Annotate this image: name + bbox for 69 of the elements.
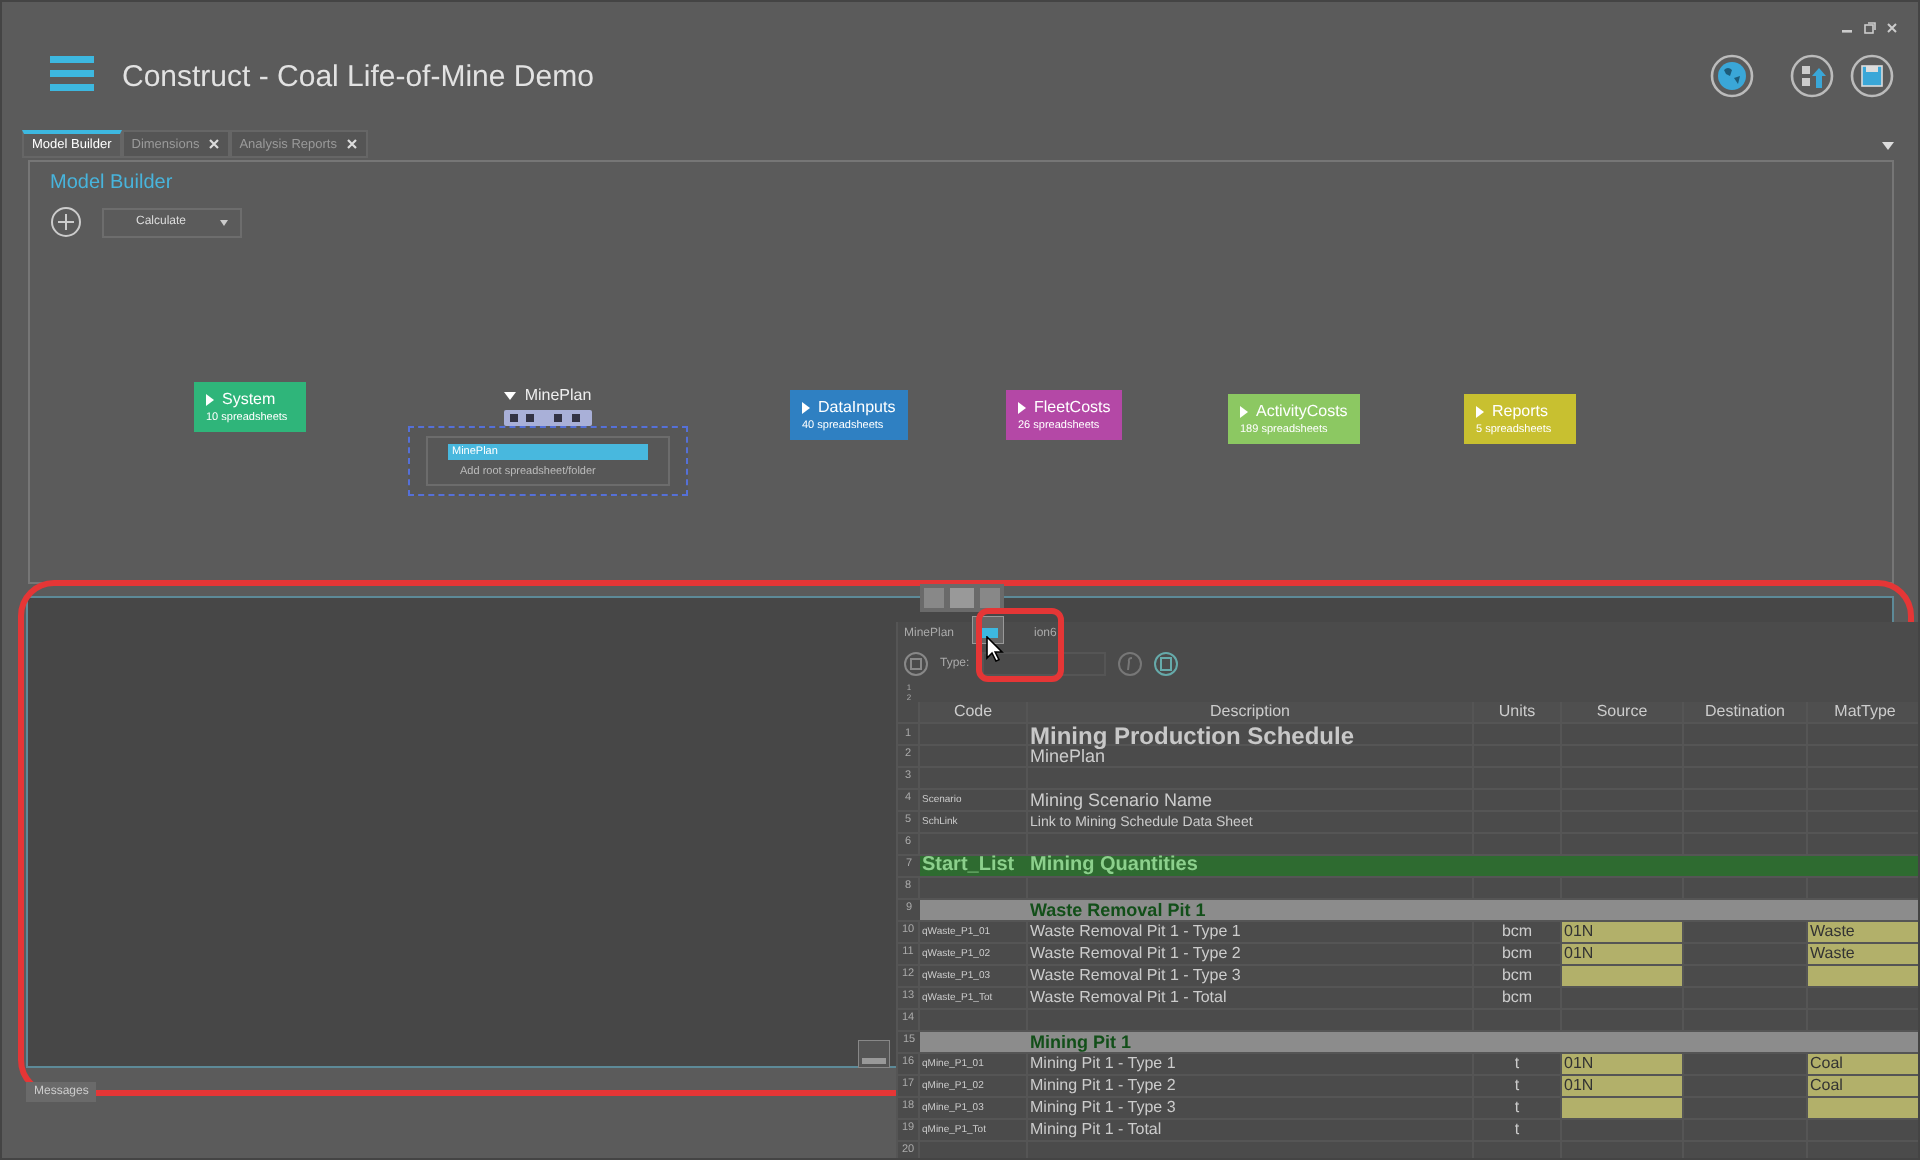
save-icon[interactable] [1850,54,1894,98]
table-cell[interactable] [1562,966,1684,986]
upload-icon[interactable] [1790,54,1834,98]
table-cell: Mining Scenario Name [1030,791,1213,809]
table-cell: Mining Pit 1 - Total [1030,1122,1162,1138]
expand-arrow-icon[interactable] [1240,405,1248,417]
table-cell: t [1514,1100,1520,1116]
table-cell: t [1514,1122,1520,1138]
cursor-icon [986,636,1004,662]
table-cell: Mining Pit 1 [1030,1033,1131,1051]
node-title: System [222,390,276,408]
table-cell[interactable]: 01N [1562,1076,1684,1096]
table-cell: t [1514,1078,1520,1094]
table-cell: Waste Removal Pit 1 - Total [1030,990,1227,1006]
table-cell: bcm [1501,946,1533,962]
table-cell: Waste Removal Pit 1 - Type 3 [1030,968,1241,984]
node-title: ActivityCosts [1256,402,1348,420]
table-cell: Mining Pit 1 - Type 3 [1030,1100,1176,1116]
node-title: FleetCosts [1034,398,1111,416]
sheet-icon[interactable] [904,652,928,676]
function-icon[interactable] [1117,652,1142,676]
table-cell: Waste Removal Pit 1 - Type 2 [1030,946,1241,962]
node-toolbar-icon[interactable] [504,410,592,426]
table-cell[interactable]: 01N [1562,944,1684,964]
expand-arrow-icon[interactable] [1018,401,1026,413]
table-cell: Waste Removal Pit 1 [1030,901,1206,919]
table-cell: MinePlan [1030,747,1106,765]
close-icon[interactable] [207,138,220,150]
expand-arrow-icon[interactable] [802,401,810,413]
table-cell[interactable]: 01N [1562,922,1684,942]
input-cell[interactable] [1808,966,1918,986]
table-cell: bcm [1501,968,1533,984]
table-cell[interactable]: 01N [1562,1054,1684,1074]
input-cell[interactable]: Waste [1808,944,1918,964]
panel-title: Model Builder [50,172,173,194]
table-cell: Mining Quantities [1030,856,1198,876]
table-cell: bcm [1501,990,1533,1006]
column-header: Units [1498,704,1536,720]
table-cell: Waste Removal Pit 1 - Type 1 [1030,924,1241,940]
column-header: Code [953,704,993,720]
table-cell: Mining Pit 1 - Type 1 [1030,1056,1176,1072]
node-title: DataInputs [818,398,896,416]
add-icon[interactable] [50,206,82,238]
collapse-arrow-icon[interactable] [504,391,517,399]
column-header: Destination [1704,704,1786,720]
window-title: Construct - Coal Life-of-Mine Demo [122,59,594,93]
caret-icon [220,219,228,225]
column-header: Description [1209,704,1290,720]
input-cell[interactable] [1808,1098,1918,1118]
table-cell: bcm [1501,924,1533,940]
menu-icon[interactable] [50,56,94,92]
expand-arrow-icon[interactable] [206,393,214,405]
table-cell[interactable] [1562,1098,1684,1118]
restore-icon[interactable] [1864,22,1876,34]
dropdown-icon[interactable] [1882,142,1894,150]
globe-icon[interactable] [1710,54,1754,98]
table-cell: Mining Pit 1 - Type 2 [1030,1078,1176,1094]
column-header: MatType [1834,704,1896,720]
column-header: Source [1596,704,1648,720]
input-cell[interactable]: Coal [1808,1076,1918,1096]
input-cell[interactable]: Waste [1808,922,1918,942]
table-cell: t [1514,1056,1520,1072]
close-icon[interactable] [1886,22,1898,34]
close-icon[interactable] [345,138,357,150]
node-title: Reports [1492,402,1549,420]
table-cell: Start_List [922,856,1015,876]
node-title: MinePlan [524,386,592,404]
table-cell: Mining Production Schedule [1030,724,1354,748]
input-cell[interactable]: Coal [1808,1054,1918,1074]
